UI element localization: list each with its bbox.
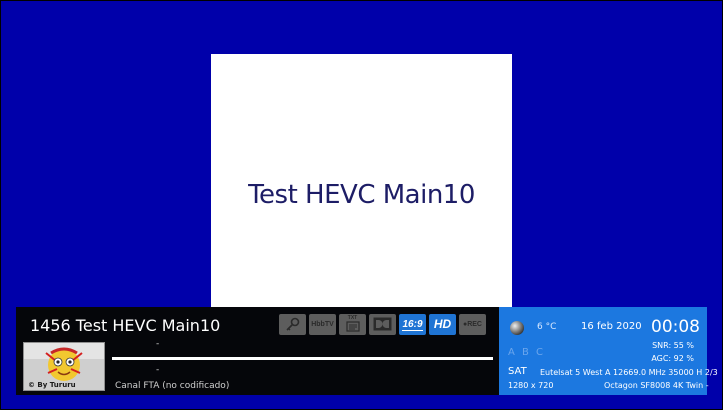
teletext-badge-label: TXT	[347, 315, 358, 321]
encryption-status: Canal FTA (no codificado)	[115, 381, 230, 391]
hbbtv-badge: HbbTV	[309, 314, 336, 335]
cryptokey-badge	[279, 314, 306, 335]
next-event-title: -	[156, 365, 160, 375]
teletext-badge: TXT	[339, 314, 366, 335]
event-progress-bar	[112, 357, 493, 360]
date: 16 feb 2020	[581, 321, 642, 332]
transponder-info: Eutelsat 5 West A 12669.0 MHz 35000 H 2/…	[540, 368, 718, 377]
now-event-title: -	[156, 339, 160, 349]
dolby-badge	[369, 314, 396, 335]
aspect-ratio-badge: 16:9	[399, 314, 426, 335]
moon-icon	[510, 321, 524, 335]
channel-picon: © By Tururu	[23, 342, 105, 391]
tuner-abc-indicator: A B C	[508, 347, 546, 358]
tv-screen: Test HEVC Main10 1456 Test HEVC Main10 H…	[1, 1, 722, 409]
infobar-main: 1456 Test HEVC Main10 HbbTV TXT 16:9 HD …	[16, 307, 499, 395]
channel-title: 1456 Test HEVC Main10	[30, 316, 221, 335]
status-panel: 6 °C 16 feb 2020 00:08 A B C SNR: 55 % A…	[499, 307, 718, 395]
clock: 00:08	[651, 317, 700, 337]
dolby-icon	[373, 317, 392, 331]
test-card-title: Test HEVC Main10	[248, 180, 475, 210]
key-icon	[286, 317, 300, 331]
hd-badge: HD	[429, 314, 456, 335]
temperature: 6 °C	[537, 322, 557, 332]
rec-badge: ●REC	[459, 314, 486, 335]
receiver-model: Octagon SF8008 4K Twin -	[604, 381, 709, 390]
agc-readout: AGC: 92 %	[651, 354, 694, 363]
teletext-icon	[345, 321, 360, 332]
video-resolution: 1280 x 720	[508, 381, 554, 390]
tuner-type: SAT	[508, 366, 527, 377]
snr-readout: SNR: 55 %	[652, 341, 694, 350]
aspect-ratio-label: 16:9	[402, 319, 423, 331]
picon-credit: © By Tururu	[28, 381, 76, 389]
test-card: Test HEVC Main10	[211, 54, 512, 308]
